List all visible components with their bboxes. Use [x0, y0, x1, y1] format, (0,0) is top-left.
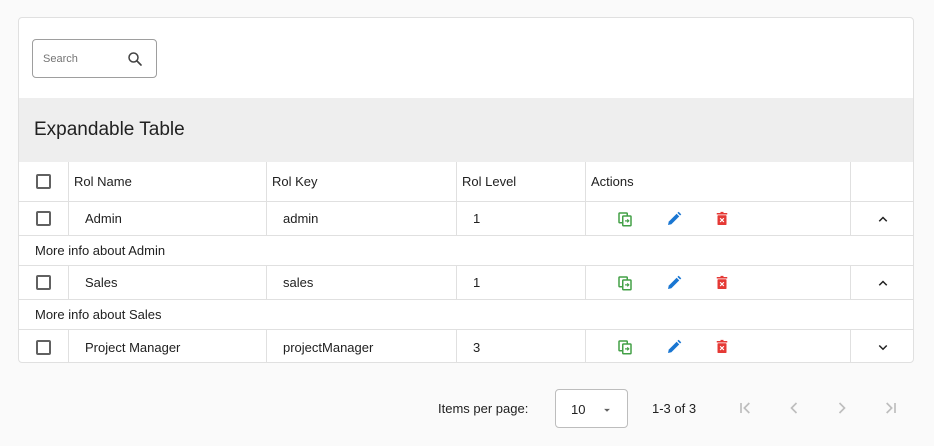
header-rol-key[interactable]: Rol Key: [266, 162, 456, 201]
expand-cell: [850, 330, 913, 362]
expandable-table-card: Expandable Table Rol Name Rol Key Rol Le…: [18, 17, 914, 363]
search-input[interactable]: [43, 49, 121, 69]
header-actions: Actions: [585, 162, 850, 201]
row-select-cell: [19, 202, 68, 235]
page-size-select[interactable]: 10: [555, 389, 628, 428]
actions-cell: [585, 202, 850, 235]
table-row[interactable]: Project Manager projectManager 3: [19, 330, 913, 362]
chevron-up-icon[interactable]: [874, 210, 892, 228]
edit-icon[interactable]: [665, 338, 683, 356]
first-page-icon[interactable]: [736, 398, 756, 418]
page-range-label: 1-3 of 3: [652, 401, 697, 416]
paginator: Items per page: 10 1-3 of 3: [0, 389, 934, 429]
items-per-page-label: Items per page:: [438, 401, 529, 416]
next-page-icon[interactable]: [832, 398, 852, 418]
row-select-cell: [19, 330, 68, 362]
actions-cell: [585, 266, 850, 299]
rol-level-cell: 3: [456, 330, 585, 362]
select-all-checkbox[interactable]: [36, 174, 51, 189]
header-expand-cell: [850, 162, 913, 201]
delete-icon[interactable]: [713, 274, 731, 292]
caret-down-icon: [604, 408, 610, 412]
actions-cell: [585, 330, 850, 362]
delete-icon[interactable]: [713, 210, 731, 228]
rol-key-cell: sales: [266, 266, 456, 299]
rol-name-cell: Sales: [68, 266, 266, 299]
detail-text: More info about Admin: [35, 243, 166, 258]
roles-table: Rol Name Rol Key Rol Level Actions Admin…: [19, 162, 913, 362]
row-checkbox[interactable]: [36, 339, 51, 355]
chevron-down-icon[interactable]: [874, 338, 892, 356]
table-title: Expandable Table: [34, 119, 185, 140]
expand-cell: [850, 266, 913, 299]
row-checkbox[interactable]: [36, 211, 51, 226]
delete-icon[interactable]: [713, 338, 731, 356]
rol-key-cell: admin: [266, 202, 456, 235]
expanded-detail-row: More info about Sales: [19, 300, 913, 330]
last-page-icon[interactable]: [880, 398, 900, 418]
row-select-cell: [19, 266, 68, 299]
detail-text: More info about Sales: [35, 307, 162, 322]
copy-icon[interactable]: [616, 210, 634, 228]
header-rol-level[interactable]: Rol Level: [456, 162, 585, 201]
table-row[interactable]: Sales sales 1: [19, 266, 913, 300]
header-rol-name[interactable]: Rol Name: [68, 162, 266, 201]
page-size-value: 10: [571, 402, 586, 417]
copy-icon[interactable]: [616, 338, 634, 356]
rol-name-cell: Project Manager: [68, 330, 266, 362]
rol-name-cell: Admin: [68, 202, 266, 235]
table-title-bar: Expandable Table: [19, 98, 913, 162]
edit-icon[interactable]: [665, 210, 683, 228]
expand-cell: [850, 202, 913, 235]
rol-level-cell: 1: [456, 266, 585, 299]
chevron-up-icon[interactable]: [874, 274, 892, 292]
rol-level-cell: 1: [456, 202, 585, 235]
search-field[interactable]: [32, 39, 157, 78]
table-row[interactable]: Admin admin 1: [19, 202, 913, 236]
header-select-cell: [19, 162, 68, 201]
previous-page-icon[interactable]: [784, 398, 804, 418]
row-checkbox[interactable]: [36, 275, 51, 290]
rol-key-cell: projectManager: [266, 330, 456, 362]
edit-icon[interactable]: [665, 274, 683, 292]
table-header-row: Rol Name Rol Key Rol Level Actions: [19, 162, 913, 202]
copy-icon[interactable]: [616, 274, 634, 292]
expanded-detail-row: More info about Admin: [19, 236, 913, 266]
search-icon[interactable]: [126, 50, 144, 68]
